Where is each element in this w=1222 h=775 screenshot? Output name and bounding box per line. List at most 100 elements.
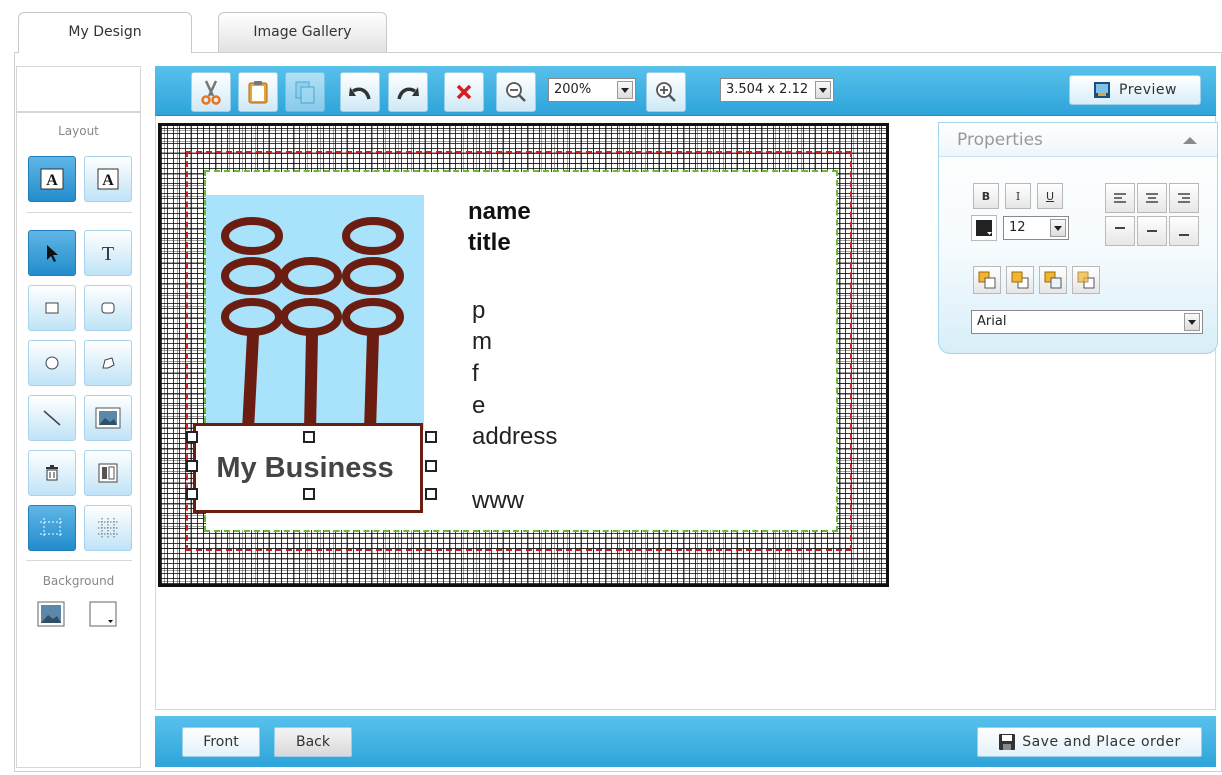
card-email-text[interactable]: e — [472, 392, 485, 420]
underline-button[interactable]: U — [1037, 183, 1063, 209]
preview-label: Preview — [1119, 82, 1177, 98]
valign-bottom-button[interactable] — [1169, 216, 1199, 246]
chevron-down-icon — [1184, 313, 1200, 331]
resize-handle[interactable] — [303, 431, 315, 443]
tab-image-gallery[interactable]: Image Gallery — [218, 12, 387, 52]
layout-heading: Layout — [58, 124, 99, 138]
zoom-out-button[interactable] — [496, 72, 536, 112]
zoom-select[interactable]: 200% — [548, 78, 636, 102]
align-left-button[interactable] — [1105, 183, 1135, 213]
card-name-text[interactable]: name — [468, 198, 531, 226]
resize-handle[interactable] — [186, 488, 198, 500]
send-backward-icon — [1044, 271, 1062, 289]
preview-button[interactable]: Preview — [1069, 75, 1201, 105]
redo-icon — [397, 87, 419, 100]
send-to-back-button[interactable] — [1072, 266, 1100, 294]
text-tool-icon: T — [102, 243, 114, 264]
grid-tool[interactable] — [84, 505, 132, 551]
text-layout-front-tool[interactable]: A — [28, 156, 76, 202]
delete-button[interactable] — [444, 72, 484, 112]
bring-to-front-icon — [978, 271, 996, 289]
line-icon — [43, 410, 61, 426]
zoom-in-button[interactable] — [646, 72, 686, 112]
card-fax-text[interactable]: f — [472, 360, 479, 388]
line-tool[interactable] — [28, 395, 76, 441]
properties-header[interactable]: Properties — [939, 123, 1217, 157]
valign-top-icon — [1115, 227, 1125, 229]
delete-object-tool[interactable] — [28, 450, 76, 496]
rounded-rectangle-icon — [101, 302, 115, 314]
logo-background[interactable] — [206, 195, 424, 430]
crop-guides-tool[interactable] — [28, 505, 76, 551]
font-family-value: Arial — [977, 314, 1007, 329]
paste-icon — [248, 81, 268, 104]
card-phone-text[interactable]: p — [472, 297, 485, 325]
chevron-down-icon — [1050, 219, 1066, 237]
resize-handle[interactable] — [425, 460, 437, 472]
crop-guides-icon — [40, 518, 64, 538]
collapse-icon[interactable] — [1183, 137, 1197, 144]
save-icon — [999, 734, 1016, 750]
tab-my-design[interactable]: My Design — [18, 12, 192, 53]
align-right-button[interactable] — [1169, 183, 1199, 213]
align-center-button[interactable] — [1137, 183, 1167, 213]
card-size-select[interactable]: 3.504 x 2.12 — [720, 78, 834, 102]
resize-handle[interactable] — [303, 488, 315, 500]
cut-button[interactable] — [191, 72, 231, 112]
resize-handle[interactable] — [186, 431, 198, 443]
text-tool[interactable]: T — [84, 230, 132, 276]
freeform-shape-tool[interactable] — [84, 340, 132, 386]
valign-middle-icon — [1147, 230, 1157, 232]
card-mobile-text[interactable]: m — [472, 328, 492, 356]
redo-button[interactable] — [388, 72, 428, 112]
image-icon — [95, 407, 121, 429]
delete-object-icon — [46, 465, 58, 481]
font-size-select[interactable]: 12 — [1003, 216, 1069, 240]
undo-button[interactable] — [340, 72, 380, 112]
valign-bottom-icon — [1179, 234, 1189, 236]
bring-to-front-button[interactable] — [973, 266, 1001, 294]
valign-top-button[interactable] — [1105, 216, 1135, 246]
rectangle-tool[interactable] — [28, 285, 76, 331]
left-panel-header — [16, 66, 141, 112]
select-tool[interactable] — [28, 230, 76, 276]
ellipse-tool[interactable] — [28, 340, 76, 386]
card-title-text[interactable]: title — [468, 229, 511, 257]
valign-middle-button[interactable] — [1137, 216, 1167, 246]
resize-handle[interactable] — [186, 460, 198, 472]
background-heading: Background — [42, 574, 115, 588]
paste-button[interactable] — [238, 72, 278, 112]
ellipse-icon — [45, 356, 59, 370]
align-right-icon — [1178, 193, 1190, 203]
text-color-button[interactable] — [971, 215, 997, 241]
save-and-place-order-button[interactable]: Save and Place order — [977, 727, 1202, 757]
card-website-text[interactable]: www — [472, 487, 524, 515]
italic-button[interactable]: I — [1005, 183, 1031, 209]
image-tool[interactable] — [84, 395, 132, 441]
zoom-value: 200% — [554, 82, 592, 97]
align-left-icon — [1114, 193, 1126, 203]
card-address-text[interactable]: address — [472, 423, 557, 451]
align-tool[interactable] — [84, 450, 132, 496]
rounded-rectangle-tool[interactable] — [84, 285, 132, 331]
svg-text:T: T — [102, 243, 114, 264]
zoom-in-icon — [656, 82, 676, 102]
copy-button[interactable] — [285, 72, 325, 112]
align-icon — [98, 463, 118, 483]
resize-handle[interactable] — [425, 488, 437, 500]
send-to-back-icon — [1077, 271, 1095, 289]
tool-separator — [26, 560, 132, 561]
font-family-select[interactable]: Arial — [971, 310, 1203, 334]
background-color-button[interactable] — [88, 600, 118, 628]
back-side-button[interactable]: Back — [274, 727, 352, 757]
send-backward-button[interactable] — [1039, 266, 1067, 294]
resize-handle[interactable] — [425, 431, 437, 443]
grid-icon — [98, 518, 118, 538]
bold-button[interactable]: B — [973, 183, 999, 209]
select-arrow-icon — [47, 245, 58, 262]
bring-forward-button[interactable] — [1006, 266, 1034, 294]
background-image-button[interactable] — [36, 600, 66, 628]
front-side-button[interactable]: Front — [182, 727, 260, 757]
text-layout-back-tool[interactable]: A — [84, 156, 132, 202]
svg-text:A: A — [46, 172, 58, 189]
